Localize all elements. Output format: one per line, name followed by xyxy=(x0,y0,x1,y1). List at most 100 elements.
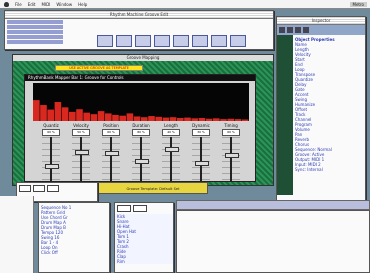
sequence-cell[interactable] xyxy=(154,35,170,47)
slider-thumb[interactable] xyxy=(195,161,209,166)
slider-track[interactable] xyxy=(50,137,52,181)
sequence-cell[interactable] xyxy=(173,35,189,47)
inspector-list: Object Properties Name Length Velocity Star… xyxy=(293,35,365,195)
instrument-item[interactable]: Rim xyxy=(115,259,173,264)
graph-bar xyxy=(47,109,54,121)
list-line[interactable] xyxy=(7,25,63,29)
tool-icon[interactable] xyxy=(295,27,301,33)
slider-track[interactable] xyxy=(200,137,202,181)
slider-thumb[interactable] xyxy=(45,164,59,170)
slider-value[interactable]: 80 % xyxy=(132,129,150,136)
field[interactable] xyxy=(33,185,45,192)
graph-bar xyxy=(191,118,198,121)
groove-graph xyxy=(33,83,249,121)
template-dialog[interactable]: Groove Template: Default Set xyxy=(98,182,208,194)
field[interactable] xyxy=(19,185,31,192)
piano-roll[interactable] xyxy=(176,210,370,273)
graph-bar xyxy=(133,116,141,121)
slider-track[interactable] xyxy=(230,137,232,181)
menu-right-status[interactable]: Metro xyxy=(349,1,367,7)
slider-value[interactable]: 60 % xyxy=(222,129,240,136)
slider-value[interactable]: 60 % xyxy=(42,129,60,136)
graph-bar xyxy=(105,113,112,121)
field[interactable] xyxy=(47,185,59,192)
inspector-sidebar xyxy=(277,35,293,195)
menu-edit[interactable]: Edit xyxy=(28,2,36,7)
list-line[interactable] xyxy=(7,40,63,44)
groove-titlebar[interactable]: Groove Mapping xyxy=(13,55,273,61)
list-line[interactable] xyxy=(7,35,63,39)
bottom-left-window: Sequence No 1 Pattern Grid Use Chord Gr Dru… xyxy=(38,202,110,273)
use-template-button[interactable]: USE ACTIVE GROOVE AS TEMPLATE xyxy=(55,65,143,71)
slider-timing: Timing 60 % xyxy=(221,123,241,195)
list-line[interactable] xyxy=(7,30,63,34)
slider-label: Velocity xyxy=(73,123,89,128)
slider-thumb[interactable] xyxy=(105,151,119,157)
field[interactable] xyxy=(133,205,147,212)
slider-thumb[interactable] xyxy=(135,159,149,165)
sequence-cell[interactable] xyxy=(116,35,132,47)
slider-value[interactable]: 50 % xyxy=(72,129,90,136)
slider-thumb[interactable] xyxy=(225,153,239,158)
graph-bar xyxy=(90,114,98,121)
graph-bar xyxy=(83,112,90,121)
slider-label: Timing xyxy=(224,123,238,128)
inspector-panel: Inspector Object Properties Name Length Ve… xyxy=(276,16,366,202)
graph-bar xyxy=(169,117,177,121)
bottom-left-list: Sequence No 1 Pattern Grid Use Chord Gr Dru… xyxy=(39,203,109,255)
slider-thumb[interactable] xyxy=(75,149,89,155)
graph-bar xyxy=(61,107,69,121)
inspector-titlebar[interactable]: Inspector xyxy=(277,17,365,25)
window-titlebar[interactable]: Rhythm Machine Groove Edit xyxy=(5,11,273,19)
slider-value[interactable]: 30 % xyxy=(192,129,210,136)
graph-bar xyxy=(69,111,76,121)
slider-label: Dynamic xyxy=(192,123,210,128)
mapper-panel: RhythmBank Mapper Bar 1: Groove for Cont… xyxy=(24,74,256,182)
graph-bar xyxy=(184,117,191,121)
graph-bar xyxy=(97,111,105,121)
apple-icon[interactable] xyxy=(4,1,9,7)
graph-bar xyxy=(141,117,148,121)
graph-bar xyxy=(148,116,155,121)
graph-bar xyxy=(177,117,184,121)
graph-bar xyxy=(155,116,162,121)
menu-bar: File Edit MIDI Window Help Metro xyxy=(0,0,370,9)
sequence-cell[interactable] xyxy=(97,35,113,47)
sequence-cell[interactable] xyxy=(230,35,246,47)
sequence-cell[interactable] xyxy=(192,35,208,47)
bottom-center-window: Kick Snare Hi-Hat Open Hat Tom 1 Tom 2 Crash Ri… xyxy=(114,202,174,273)
top-left-list xyxy=(5,19,65,49)
slider-bank: Quantiz 60 % Velocity 50 % Position 60 % Durat… xyxy=(33,123,249,181)
field[interactable] xyxy=(117,205,131,212)
bottom-left-line: Click Off xyxy=(41,250,58,255)
instrument-list: Kick Snare Hi-Hat Open Hat Tom 1 Tom 2 Crash Ri… xyxy=(115,214,173,264)
inspector-line[interactable]: Sync: Internal xyxy=(293,167,365,172)
sequence-cell[interactable] xyxy=(211,35,227,47)
graph-bar xyxy=(40,105,47,121)
graph-bar xyxy=(220,119,227,121)
graph-bar xyxy=(119,115,126,121)
graph-bar xyxy=(234,119,242,121)
slider-track[interactable] xyxy=(110,137,112,181)
slider-thumb[interactable] xyxy=(165,146,179,152)
slider-value[interactable]: 60 % xyxy=(102,129,120,136)
graph-bar xyxy=(126,113,134,121)
graph-bar xyxy=(76,109,83,121)
list-line[interactable] xyxy=(7,20,63,24)
slider-track[interactable] xyxy=(170,137,172,181)
tool-icon[interactable] xyxy=(303,27,309,33)
menu-window[interactable]: Window xyxy=(56,2,72,7)
slider-track[interactable] xyxy=(80,137,82,181)
menu-file[interactable]: File xyxy=(15,2,22,7)
menu-midi[interactable]: MIDI xyxy=(41,2,50,7)
tool-icon[interactable] xyxy=(287,27,293,33)
sequence-cell[interactable] xyxy=(135,35,151,47)
slider-label: Duration xyxy=(132,123,150,128)
mapper-header: RhythmBank Mapper Bar 1: Groove for Cont… xyxy=(25,75,255,81)
graph-bar xyxy=(213,118,220,121)
graph-bar xyxy=(33,100,40,121)
slider-value[interactable]: 40 % xyxy=(162,129,180,136)
menu-help[interactable]: Help xyxy=(78,2,87,7)
graph-bar xyxy=(205,118,213,121)
tool-icon[interactable] xyxy=(279,27,285,33)
